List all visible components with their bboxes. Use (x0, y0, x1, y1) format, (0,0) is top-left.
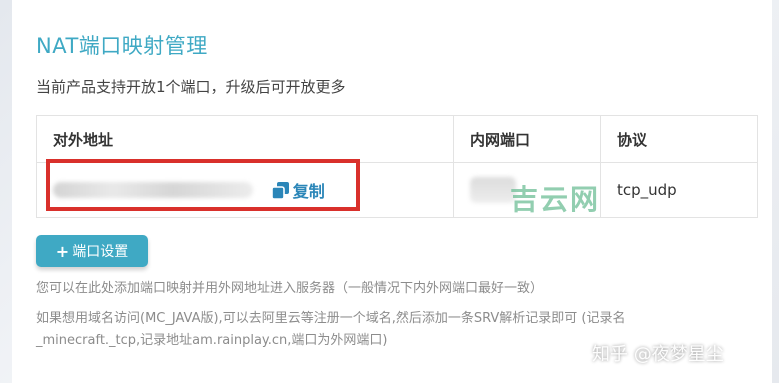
cell-protocol: tcp_udp (600, 162, 758, 218)
table-header-row: 对外地址 内网端口 协议 (36, 115, 758, 163)
plus-icon: + (55, 241, 70, 261)
highlight-box (46, 159, 360, 211)
header-external-address: 对外地址 (36, 115, 454, 163)
port-settings-button[interactable]: + 端口设置 (36, 235, 148, 267)
page-subtitle: 当前产品支持开放1个端口，升级后可开放更多 (36, 78, 346, 96)
zhihu-watermark: 知乎 @夜梦星尘 (592, 344, 724, 365)
overlay-watermark: 吉云网 (510, 183, 601, 216)
header-protocol: 协议 (600, 115, 758, 163)
header-internal-port: 内网端口 (453, 115, 601, 163)
port-settings-label: 端口设置 (72, 244, 129, 260)
page-title: NAT端口映射管理 (36, 34, 208, 58)
help-text-mapping: 您可以在此处添加端口映射并用外网地址进入服务器（一般情况下内外网端口最好一致） (36, 281, 544, 296)
